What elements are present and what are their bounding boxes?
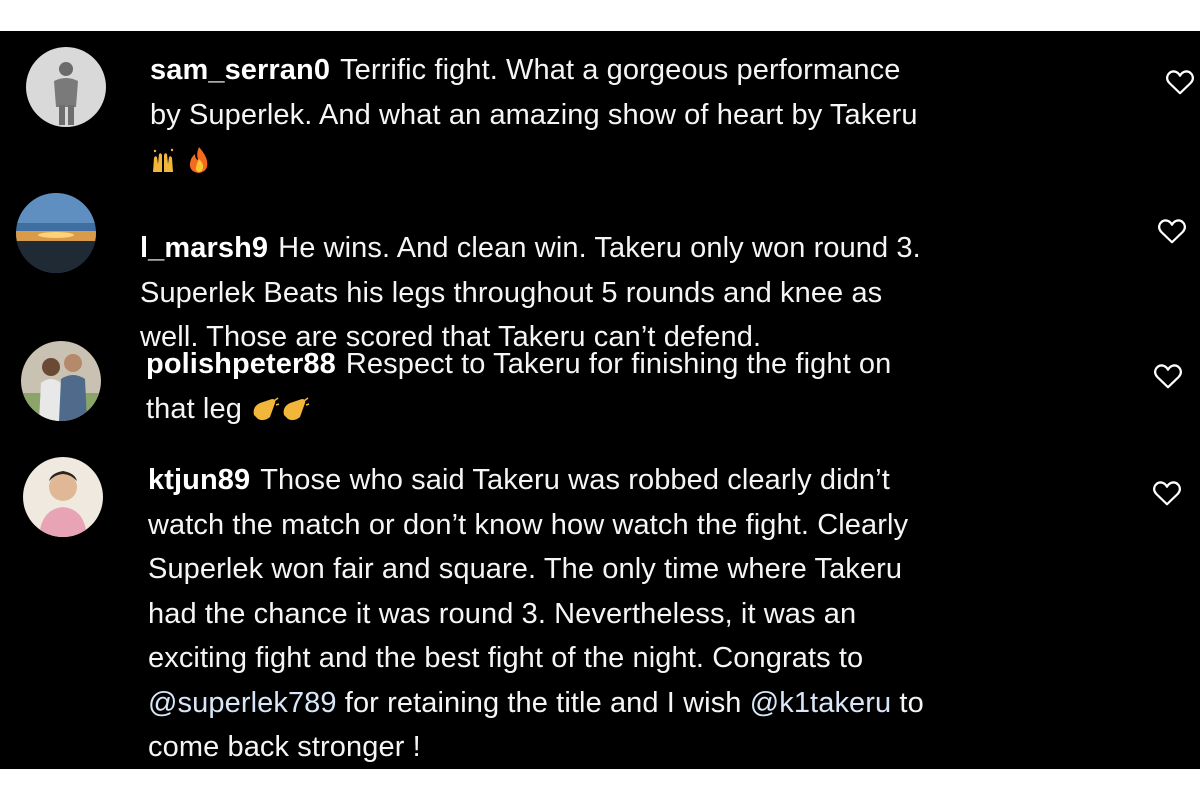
clapping-hands-emoji bbox=[253, 397, 280, 420]
comment-line: watch the match or don’t know how watch … bbox=[148, 508, 909, 541]
heart-outline-icon[interactable] bbox=[1165, 68, 1195, 96]
mention-link[interactable]: @superlek789 bbox=[148, 687, 337, 719]
avatar[interactable] bbox=[23, 457, 103, 537]
comment-emojis bbox=[250, 393, 310, 425]
clapping-hands-emoji bbox=[283, 397, 310, 420]
avatar[interactable] bbox=[16, 193, 96, 273]
mention-link[interactable]: @k1takeru bbox=[750, 687, 892, 719]
comment-text: l_marsh9 He wins. And clean win. Takeru o… bbox=[140, 226, 921, 360]
comment-line: He wins. And clean win. Takeru only won … bbox=[278, 232, 921, 264]
comment-text: ktjun89 Those who said Takeru was robbed … bbox=[148, 458, 924, 769]
comment-line: @superlek789 for retaining the title and… bbox=[148, 681, 924, 726]
raising-hands-emoji bbox=[153, 149, 174, 173]
comment-line: had the chance it was round 3. Neverthel… bbox=[148, 597, 857, 630]
fire-emoji bbox=[190, 147, 208, 174]
comments-panel: sam_serran0 Terrific fight. What a gorgeo… bbox=[0, 31, 1200, 769]
comment-line: that leg bbox=[146, 392, 242, 425]
comment-line: come back stronger ! bbox=[148, 731, 421, 763]
comment-line: Superlek Beats his legs throughout 5 rou… bbox=[140, 276, 883, 309]
comment-text-fragment: for retaining the title and I wish bbox=[336, 686, 750, 719]
comment-line: Superlek won fair and square. The only t… bbox=[148, 553, 903, 585]
comment-text-fragment: to bbox=[891, 686, 924, 719]
comment-line: by Superlek. And what an amazing show of… bbox=[150, 98, 918, 131]
comment-text: polishpeter88 Respect to Takeru for finis… bbox=[146, 342, 891, 431]
comment-line: Respect to Takeru for finishing the figh… bbox=[345, 348, 892, 380]
comment-text: sam_serran0 Terrific fight. What a gorgeo… bbox=[150, 48, 918, 182]
comment-username[interactable]: ktjun89 bbox=[148, 464, 250, 496]
avatar[interactable] bbox=[21, 341, 101, 421]
comment-line: Terrific fight. What a gorgeous performa… bbox=[340, 54, 901, 86]
comment-username[interactable]: polishpeter88 bbox=[146, 348, 336, 380]
heart-outline-icon[interactable] bbox=[1157, 217, 1187, 245]
comment-line: Those who said Takeru was robbed clearly… bbox=[260, 464, 890, 496]
comment-username[interactable]: l_marsh9 bbox=[140, 232, 268, 264]
heart-outline-icon[interactable] bbox=[1153, 362, 1183, 390]
avatar[interactable] bbox=[26, 47, 106, 127]
comment-line: exciting fight and the best fight of the… bbox=[148, 642, 864, 674]
heart-outline-icon[interactable] bbox=[1152, 479, 1182, 507]
comment-emojis bbox=[150, 137, 918, 182]
comment-username[interactable]: sam_serran0 bbox=[150, 54, 330, 86]
